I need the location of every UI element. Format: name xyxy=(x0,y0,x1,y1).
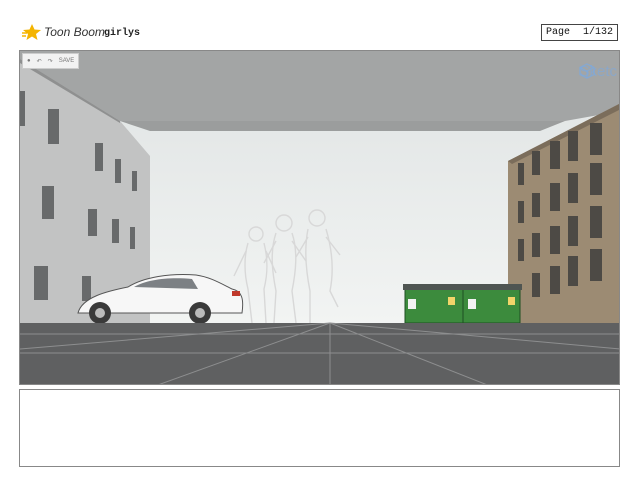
toon-boom-logo: Toon Boom xyxy=(22,24,105,40)
project-name: girlys xyxy=(104,28,141,39)
page-number: 1/132 xyxy=(582,27,613,38)
storyboard-panel-image[interactable]: ● ↶ ↷ SAVE Sketc xyxy=(19,50,620,385)
save-button[interactable]: SAVE xyxy=(59,58,75,64)
page-label: Page xyxy=(546,27,571,38)
panel-notes-field[interactable] xyxy=(19,389,620,467)
star-icon xyxy=(22,24,41,40)
panel-scene xyxy=(20,51,619,384)
person-icon[interactable]: ● xyxy=(27,58,31,64)
cube-icon xyxy=(579,63,596,79)
panel-toolbar: ● ↶ ↷ SAVE xyxy=(22,53,80,69)
sketch-watermark: Sketc xyxy=(579,63,617,80)
brand-name: Toon Boom xyxy=(44,25,105,39)
page-indicator: Page 1/132 xyxy=(541,24,618,41)
redo-icon[interactable]: ↷ xyxy=(48,58,53,65)
storyboard-header: Toon Boom girlys Page 1/132 xyxy=(0,0,640,48)
undo-icon[interactable]: ↶ xyxy=(37,58,42,65)
